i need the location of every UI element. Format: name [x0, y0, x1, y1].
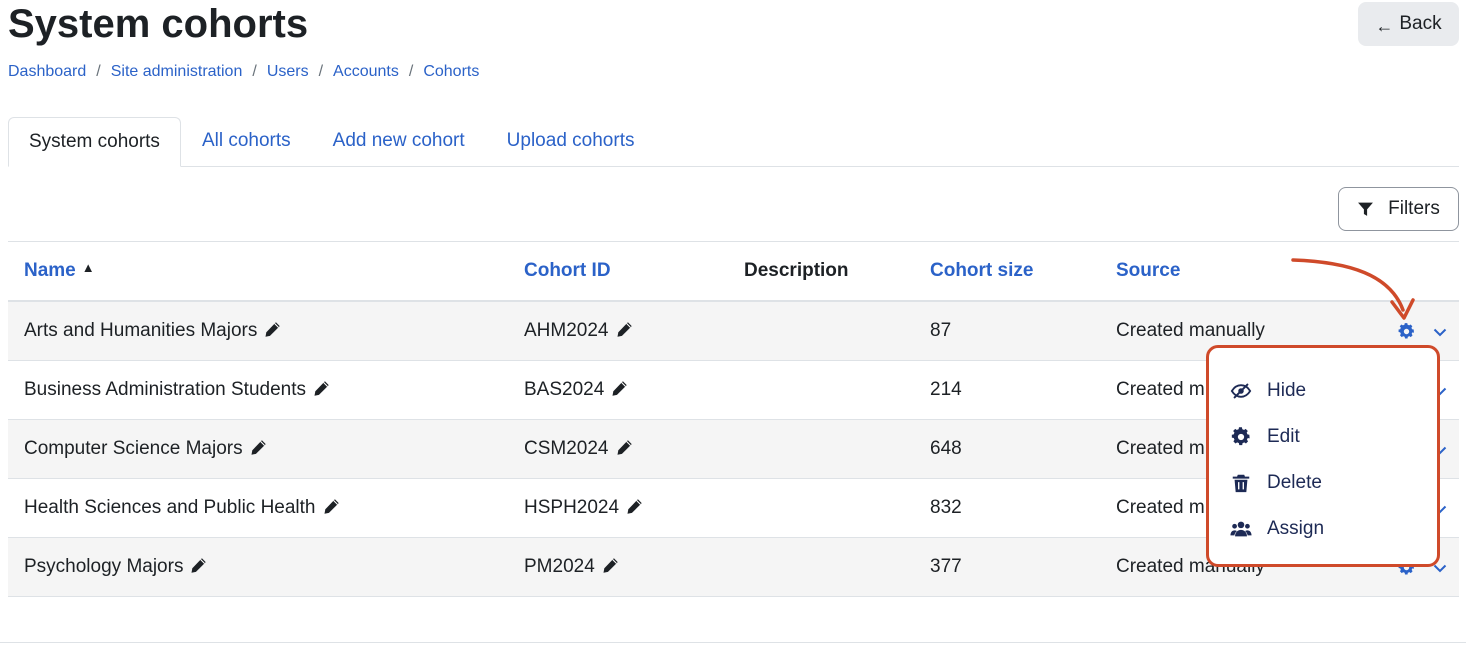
footer-divider: [0, 642, 1466, 643]
cohort-name-cell: Psychology Majors: [24, 556, 207, 578]
gear-icon: [1230, 426, 1252, 448]
breadcrumb-separator: /: [318, 63, 324, 80]
breadcrumb: Dashboard / Site administration / Users …: [8, 63, 479, 81]
users-icon: [1230, 521, 1252, 537]
pencil-icon[interactable]: [264, 321, 281, 338]
column-header-cohort-id[interactable]: Cohort ID: [524, 260, 611, 282]
tab-system-cohorts[interactable]: System cohorts: [8, 117, 181, 167]
column-header-description: Description: [744, 260, 849, 281]
cohort-id-cell: CSM2024: [524, 438, 633, 460]
cohort-size-cell: 648: [930, 438, 962, 459]
column-header-name[interactable]: Name ▲: [24, 260, 95, 282]
tab-add-new-cohort[interactable]: Add new cohort: [312, 116, 486, 166]
sort-ascending-icon: ▲: [81, 260, 95, 275]
cohort-name-cell: Arts and Humanities Majors: [24, 320, 281, 342]
cohort-name-cell: Health Sciences and Public Health: [24, 497, 340, 519]
pencil-icon[interactable]: [602, 557, 619, 574]
source-cell: Created manually: [1116, 320, 1265, 341]
menu-item-assign[interactable]: Assign: [1209, 506, 1437, 552]
chevron-down-icon[interactable]: [1432, 324, 1448, 340]
cohort-id-cell: AHM2024: [524, 320, 633, 342]
breadcrumb-site-administration[interactable]: Site administration: [111, 63, 243, 81]
back-button[interactable]: ← Back: [1358, 2, 1459, 46]
breadcrumb-users[interactable]: Users: [267, 63, 309, 81]
source-cell: Created m: [1116, 379, 1205, 400]
menu-item-delete[interactable]: Delete: [1209, 460, 1437, 506]
filter-icon: [1358, 202, 1374, 216]
menu-item-label: Assign: [1267, 518, 1325, 539]
tab-upload-cohorts[interactable]: Upload cohorts: [486, 116, 656, 166]
menu-item-edit[interactable]: Edit: [1209, 414, 1437, 460]
breadcrumb-cohorts[interactable]: Cohorts: [423, 63, 479, 81]
column-header-source[interactable]: Source: [1116, 260, 1180, 282]
arrow-left-icon: ←: [1375, 15, 1394, 36]
menu-item-label: Edit: [1267, 426, 1300, 447]
cohort-size-cell: 832: [930, 497, 962, 518]
column-header-cohort-size[interactable]: Cohort size: [930, 260, 1033, 282]
source-cell: Created m: [1116, 438, 1205, 459]
filters-button-label: Filters: [1388, 198, 1440, 219]
breadcrumb-accounts[interactable]: Accounts: [333, 63, 399, 81]
cohort-size-cell: 87: [930, 320, 952, 341]
filters-button[interactable]: Filters: [1338, 187, 1459, 231]
tab-bar: System cohorts All cohorts Add new cohor…: [8, 117, 1459, 167]
pencil-icon[interactable]: [323, 498, 340, 515]
menu-item-label: Hide: [1267, 380, 1307, 401]
breadcrumb-separator: /: [252, 63, 257, 80]
cohort-name-cell: Business Administration Students: [24, 379, 330, 401]
pencil-icon[interactable]: [250, 439, 267, 456]
eye-slash-icon: [1230, 383, 1252, 399]
cohort-size-cell: 377: [930, 556, 962, 577]
table-header: Name ▲ Cohort ID Description Cohort size …: [8, 242, 1459, 302]
annotation-arrow-icon: [1291, 258, 1415, 320]
pencil-icon[interactable]: [626, 498, 643, 515]
trash-icon: [1232, 474, 1250, 493]
back-button-label: Back: [1399, 13, 1442, 34]
menu-item-hide[interactable]: Hide: [1209, 368, 1437, 414]
pencil-icon[interactable]: [313, 380, 330, 397]
source-cell: Created m: [1116, 497, 1205, 518]
cohort-name-cell: Computer Science Majors: [24, 438, 267, 460]
pencil-icon[interactable]: [616, 439, 633, 456]
page-title: System cohorts: [8, 2, 309, 46]
cohort-id-cell: PM2024: [524, 556, 619, 578]
breadcrumb-separator: /: [408, 63, 414, 80]
pencil-icon[interactable]: [616, 321, 633, 338]
cohort-id-cell: HSPH2024: [524, 497, 643, 519]
cohort-id-cell: BAS2024: [524, 379, 628, 401]
cohort-size-cell: 214: [930, 379, 962, 400]
action-menu: Hide Edit Delete Assign: [1206, 345, 1440, 567]
pencil-icon[interactable]: [611, 380, 628, 397]
pencil-icon[interactable]: [190, 557, 207, 574]
menu-item-label: Delete: [1267, 472, 1322, 493]
breadcrumb-separator: /: [96, 63, 101, 80]
breadcrumb-dashboard[interactable]: Dashboard: [8, 63, 86, 81]
tab-all-cohorts[interactable]: All cohorts: [181, 116, 312, 166]
